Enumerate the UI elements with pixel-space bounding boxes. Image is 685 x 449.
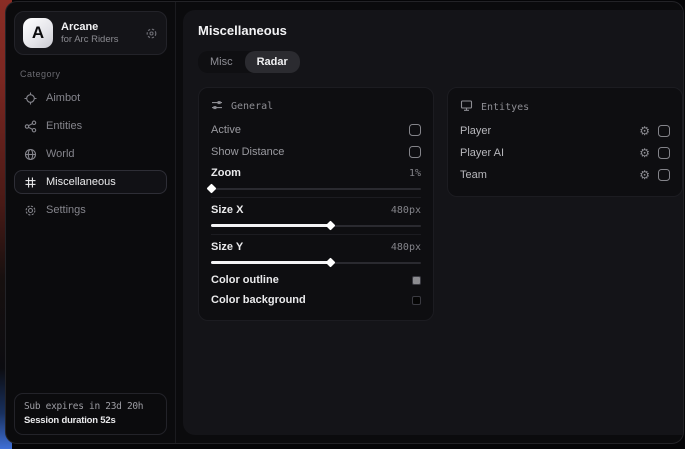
category-label: Category xyxy=(20,69,161,79)
sidebar-item-label: World xyxy=(46,148,75,160)
entity-row-player-ai: Player AI ⚙ xyxy=(460,142,670,164)
sub-expiry-text: Sub expires in 23d 20h xyxy=(24,401,157,412)
slider-thumb[interactable] xyxy=(326,221,336,231)
active-checkbox[interactable] xyxy=(409,124,421,136)
slider-thumb[interactable] xyxy=(326,258,336,268)
page-title: Miscellaneous xyxy=(198,23,683,38)
sidebar-item-aimbot[interactable]: Aimbot xyxy=(14,86,167,110)
sidebar-item-label: Settings xyxy=(46,204,86,216)
size-y-value: 480px xyxy=(391,242,421,253)
setting-row-zoom: Zoom 1% xyxy=(211,163,421,183)
logo-card: A Arcane for Arc Riders xyxy=(14,11,167,55)
size-y-slider[interactable] xyxy=(211,258,421,267)
sidebar-item-settings[interactable]: Settings xyxy=(14,198,167,222)
color-outline-swatch[interactable] xyxy=(412,276,421,285)
size-x-slider[interactable] xyxy=(211,221,421,230)
sidebar-item-label: Entities xyxy=(46,120,82,132)
setting-row-color-outline: Color outline xyxy=(211,270,421,290)
app-title: Arcane xyxy=(61,21,119,33)
sidebar-item-label: Aimbot xyxy=(46,92,80,104)
show-distance-checkbox[interactable] xyxy=(409,146,421,158)
setting-row-color-background: Color background xyxy=(211,290,421,310)
subscription-card: Sub expires in 23d 20h Session duration … xyxy=(14,393,167,435)
app-logo: A xyxy=(23,18,53,48)
tab-misc[interactable]: Misc xyxy=(198,51,245,73)
entities-card: Entityes Player ⚙ Player AI ⚙ xyxy=(447,87,683,197)
sidebar-item-label: Miscellaneous xyxy=(46,176,116,188)
sliders-icon xyxy=(211,99,223,114)
sidebar-nav: Aimbot Entities xyxy=(14,86,167,222)
slider-thumb[interactable] xyxy=(206,184,216,194)
gear-icon[interactable]: ⚙ xyxy=(639,147,650,159)
main-panel: Miscellaneous Misc Radar Gener xyxy=(183,10,684,435)
crosshair-icon xyxy=(23,92,37,105)
globe-icon xyxy=(23,148,37,161)
sidebar-item-world[interactable]: World xyxy=(14,142,167,166)
sidebar: A Arcane for Arc Riders Category xyxy=(6,2,176,443)
entity-label: Player xyxy=(460,125,491,137)
tab-group: Misc Radar xyxy=(198,51,300,73)
session-duration-text: Session duration 52s xyxy=(24,415,157,426)
setting-row-size-x: Size X 480px xyxy=(211,200,421,220)
size-x-value: 480px xyxy=(391,205,421,216)
sidebar-item-miscellaneous[interactable]: Miscellaneous xyxy=(14,170,167,194)
player-checkbox[interactable] xyxy=(658,125,670,137)
entity-label: Team xyxy=(460,169,487,181)
sidebar-item-entities[interactable]: Entities xyxy=(14,114,167,138)
setting-row-active: Active xyxy=(211,119,421,141)
setting-row-show-distance: Show Distance xyxy=(211,141,421,163)
setting-row-size-y: Size Y 480px xyxy=(211,237,421,257)
setting-label: Zoom xyxy=(211,167,241,179)
color-background-swatch[interactable] xyxy=(412,296,421,305)
app-subtitle: for Arc Riders xyxy=(61,34,119,45)
setting-label: Color outline xyxy=(211,274,279,286)
setting-label: Size X xyxy=(211,204,243,216)
zoom-value: 1% xyxy=(409,168,421,179)
cheat-menu-window: A Arcane for Arc Riders Category xyxy=(5,1,684,444)
setting-label: Active xyxy=(211,124,241,136)
zoom-slider[interactable] xyxy=(211,184,421,193)
entity-row-team: Team ⚙ xyxy=(460,164,670,186)
gear-icon xyxy=(23,204,37,217)
divider xyxy=(211,197,421,198)
player-ai-checkbox[interactable] xyxy=(658,147,670,159)
general-card: General Active Show Distance Zoom 1% xyxy=(198,87,434,321)
setting-label: Color background xyxy=(211,294,306,306)
divider xyxy=(211,234,421,235)
team-checkbox[interactable] xyxy=(658,169,670,181)
tab-radar[interactable]: Radar xyxy=(245,51,300,73)
setting-label: Size Y xyxy=(211,241,243,253)
entity-row-player: Player ⚙ xyxy=(460,120,670,142)
monitor-icon xyxy=(460,99,473,115)
card-title: Entityes xyxy=(481,102,529,113)
gear-icon[interactable] xyxy=(145,27,158,40)
gear-icon[interactable]: ⚙ xyxy=(639,125,650,137)
grid-icon xyxy=(23,176,37,189)
share-nodes-icon xyxy=(23,120,37,133)
card-title: General xyxy=(231,101,273,112)
entity-label: Player AI xyxy=(460,147,504,159)
gear-icon[interactable]: ⚙ xyxy=(639,169,650,181)
setting-label: Show Distance xyxy=(211,146,284,158)
